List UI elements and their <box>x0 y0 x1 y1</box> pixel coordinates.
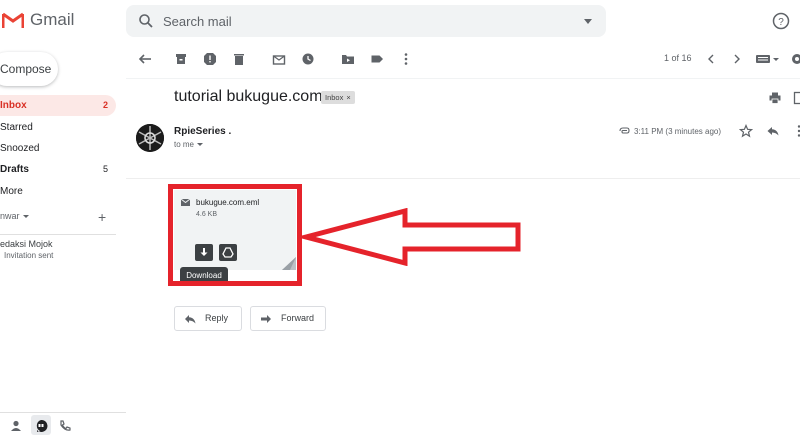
attachment-clip-icon <box>619 127 630 134</box>
sender-avatar[interactable] <box>136 124 164 152</box>
sidebar-item-more[interactable]: More <box>0 181 116 202</box>
sidebar-item-label: Inbox <box>0 100 27 111</box>
search-box[interactable]: Search mail <box>126 5 606 37</box>
print-icon[interactable] <box>768 91 782 105</box>
recipient-details[interactable]: to me <box>174 140 204 149</box>
mark-unread-icon[interactable] <box>272 52 286 66</box>
contact-name[interactable]: edaksi Mojok <box>0 239 53 249</box>
sidebar-divider <box>0 234 116 235</box>
message-divider <box>126 178 800 179</box>
chevron-down-icon <box>197 143 204 147</box>
chevron-down-icon <box>22 215 29 219</box>
recipient-text: to me <box>174 140 195 149</box>
person-icon[interactable] <box>9 419 23 433</box>
settings-gear-icon[interactable] <box>790 52 800 66</box>
move-to-icon[interactable] <box>341 52 355 66</box>
phone-icon[interactable] <box>58 419 72 433</box>
highlight-arrow-icon <box>300 208 521 266</box>
new-conversation-button[interactable]: + <box>98 209 106 225</box>
input-tools-icon[interactable] <box>755 52 781 66</box>
hangouts-user-name: nwar <box>0 211 20 221</box>
svg-text:?: ? <box>778 17 784 28</box>
sidebar-item-drafts[interactable]: Drafts 5 <box>0 159 116 180</box>
label-icon[interactable] <box>370 52 384 66</box>
top-bar: Gmail Search mail ? <box>0 0 800 44</box>
gmail-m-icon <box>2 12 24 28</box>
sidebar-item-count: 2 <box>102 100 108 110</box>
inbox-label-chip[interactable]: Inbox × <box>321 91 355 104</box>
search-input[interactable]: Search mail <box>163 14 232 29</box>
sidebar-item-label: Starred <box>0 122 33 133</box>
highlight-box <box>168 184 302 286</box>
email-timestamp: 3:11 PM (3 minutes ago) <box>634 127 722 136</box>
reply-icon <box>185 315 196 324</box>
remove-label-icon[interactable]: × <box>346 93 350 102</box>
toolbar-divider <box>126 78 800 79</box>
sidebar-item-label: Snoozed <box>0 143 40 154</box>
reply-button[interactable]: Reply <box>174 306 242 331</box>
search-options-icon[interactable] <box>584 19 592 24</box>
forward-label: Forward <box>281 313 315 323</box>
open-new-window-icon[interactable] <box>793 91 800 105</box>
sender-name: RpieSeries . <box>174 126 232 137</box>
delete-icon[interactable] <box>232 52 246 66</box>
email-subject: tutorial bukugue.com <box>174 88 323 105</box>
hangouts-user[interactable]: nwar <box>0 211 29 221</box>
message-more-icon[interactable] <box>792 124 800 138</box>
inbox-label-text: Inbox <box>325 93 344 102</box>
archive-icon[interactable] <box>174 52 188 66</box>
sidebar-item-snoozed[interactable]: Snoozed <box>0 138 116 159</box>
sidebar-item-count: 5 <box>102 164 108 174</box>
hangouts-icon[interactable] <box>34 419 48 433</box>
help-icon[interactable]: ? <box>772 12 790 30</box>
contact-status: Invitation sent <box>4 251 54 260</box>
search-icon[interactable] <box>138 13 154 29</box>
sidebar-item-starred[interactable]: Starred <box>0 117 116 138</box>
compose-button[interactable]: Compose <box>0 52 58 86</box>
gmail-logo[interactable]: Gmail <box>2 10 74 30</box>
forward-button[interactable]: Forward <box>250 306 326 331</box>
pagination-text: 1 of 16 <box>664 53 692 63</box>
reply-label: Reply <box>205 313 229 323</box>
star-icon[interactable] <box>739 124 753 138</box>
report-spam-icon[interactable] <box>203 52 217 66</box>
sidebar-item-inbox[interactable]: Inbox 2 <box>0 95 116 116</box>
sidebar-item-label: More <box>0 186 23 197</box>
reply-icon[interactable] <box>766 124 780 138</box>
forward-icon <box>261 315 271 323</box>
newer-chevron-icon[interactable] <box>704 52 718 66</box>
back-arrow-icon[interactable] <box>138 52 152 66</box>
app-name: Gmail <box>30 10 75 29</box>
sidebar-item-label: Drafts <box>0 164 29 175</box>
sidebar-bottom-bar <box>0 412 126 436</box>
snooze-clock-icon[interactable] <box>301 52 315 66</box>
avatar-image <box>136 124 164 152</box>
older-chevron-icon[interactable] <box>730 52 744 66</box>
more-options-icon[interactable] <box>399 52 413 66</box>
